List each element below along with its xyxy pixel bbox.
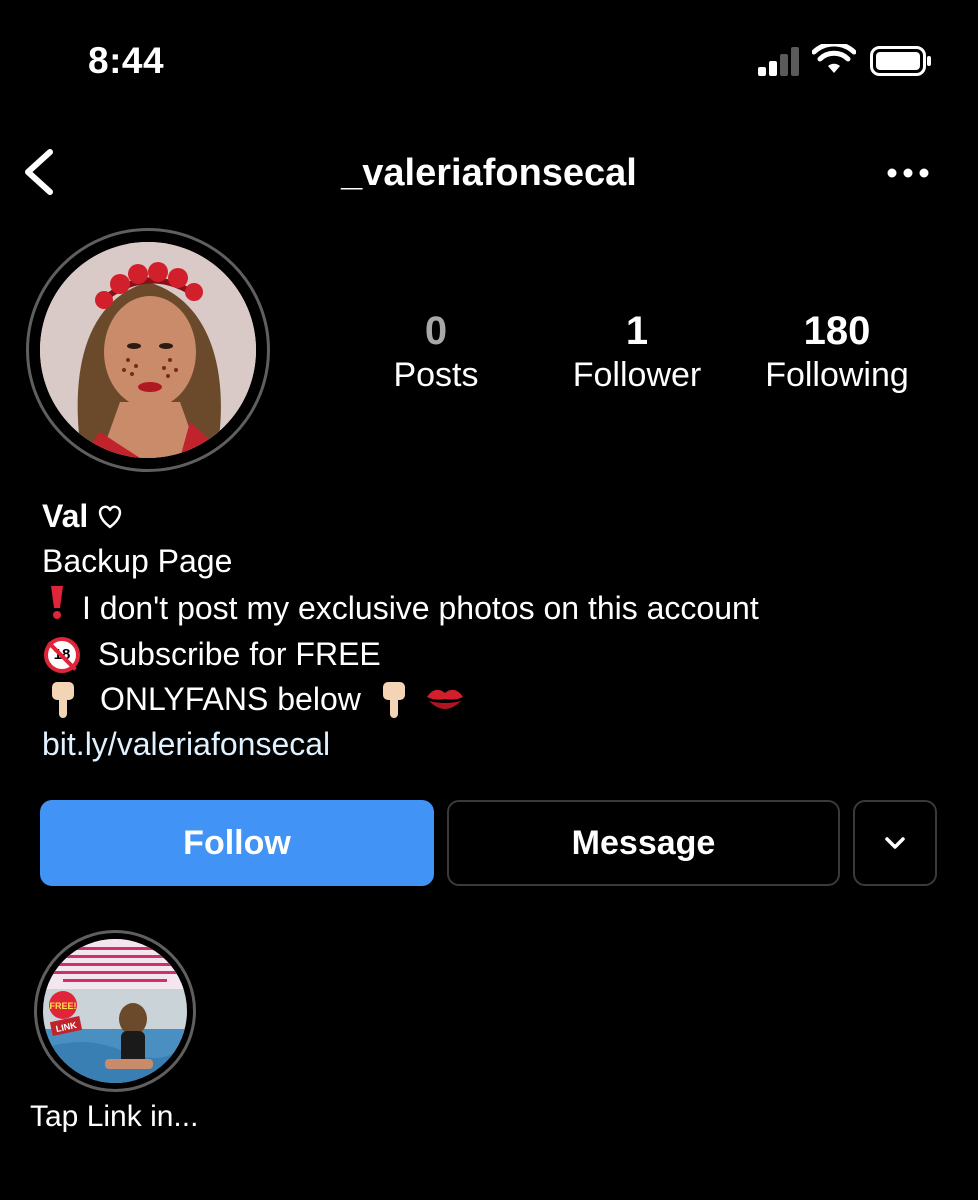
- avatar-photo: [40, 242, 256, 458]
- kiss-mark-icon: [426, 689, 463, 709]
- suggested-accounts-button[interactable]: [853, 800, 937, 886]
- bio-line-row: 18 Subscribe for FREE: [42, 632, 962, 677]
- heavy-exclamation-icon: [42, 584, 72, 632]
- bio-line: Backup Page: [42, 543, 233, 579]
- following-label: Following: [765, 356, 909, 394]
- followers-label: Follower: [572, 356, 702, 394]
- bio-link[interactable]: bit.ly/valeriafonsecal: [42, 722, 962, 767]
- bio-line: I don't post my exclusive photos on this…: [82, 589, 759, 626]
- stat-following[interactable]: 180 Following: [737, 308, 937, 396]
- posts-label: Posts: [393, 356, 479, 394]
- message-button[interactable]: Message: [447, 800, 840, 886]
- followers-count: 1: [625, 309, 649, 353]
- display-name-row: Val: [42, 494, 962, 539]
- wifi-icon: [812, 44, 856, 73]
- pointing-down-icon: [52, 681, 74, 718]
- profile-avatar[interactable]: [40, 242, 256, 458]
- bio-line-row: ONLYFANS below: [42, 677, 962, 722]
- highlight-badge: FREE!: [50, 1001, 77, 1011]
- pointing-down-icon: [382, 681, 405, 718]
- bio-line-row: I don't post my exclusive photos on this…: [42, 584, 962, 632]
- profile-username: _valeriafonsecal: [341, 152, 637, 194]
- profile-bio: Val Backup Page I don't post my exclusiv…: [42, 494, 962, 767]
- bio-line: ONLYFANS below: [100, 681, 361, 717]
- profile-header: _valeriafonsecal: [0, 140, 978, 204]
- highlight-image: FREE! LINK: [43, 939, 187, 1083]
- posts-count: 0: [424, 309, 448, 353]
- status-bar: 8:44: [0, 0, 978, 120]
- heart-outline-icon: [99, 505, 122, 528]
- bio-line: Subscribe for FREE: [98, 636, 381, 672]
- cellular-signal-icon: [758, 46, 802, 76]
- chevron-down-icon: [885, 837, 905, 849]
- stat-posts[interactable]: 0 Posts: [336, 308, 536, 396]
- battery-icon: [870, 46, 931, 76]
- follow-button[interactable]: Follow: [40, 800, 434, 886]
- no-under-18-icon: 18: [44, 636, 80, 673]
- highlight-cover[interactable]: FREE! LINK: [43, 939, 187, 1083]
- following-count: 180: [803, 309, 871, 353]
- status-time: 8:44: [88, 40, 165, 81]
- stat-followers[interactable]: 1 Follower: [537, 308, 737, 396]
- display-name: Val: [42, 498, 89, 534]
- highlight-label: Tap Link in...: [30, 1100, 199, 1133]
- more-dots-icon[interactable]: [886, 164, 930, 182]
